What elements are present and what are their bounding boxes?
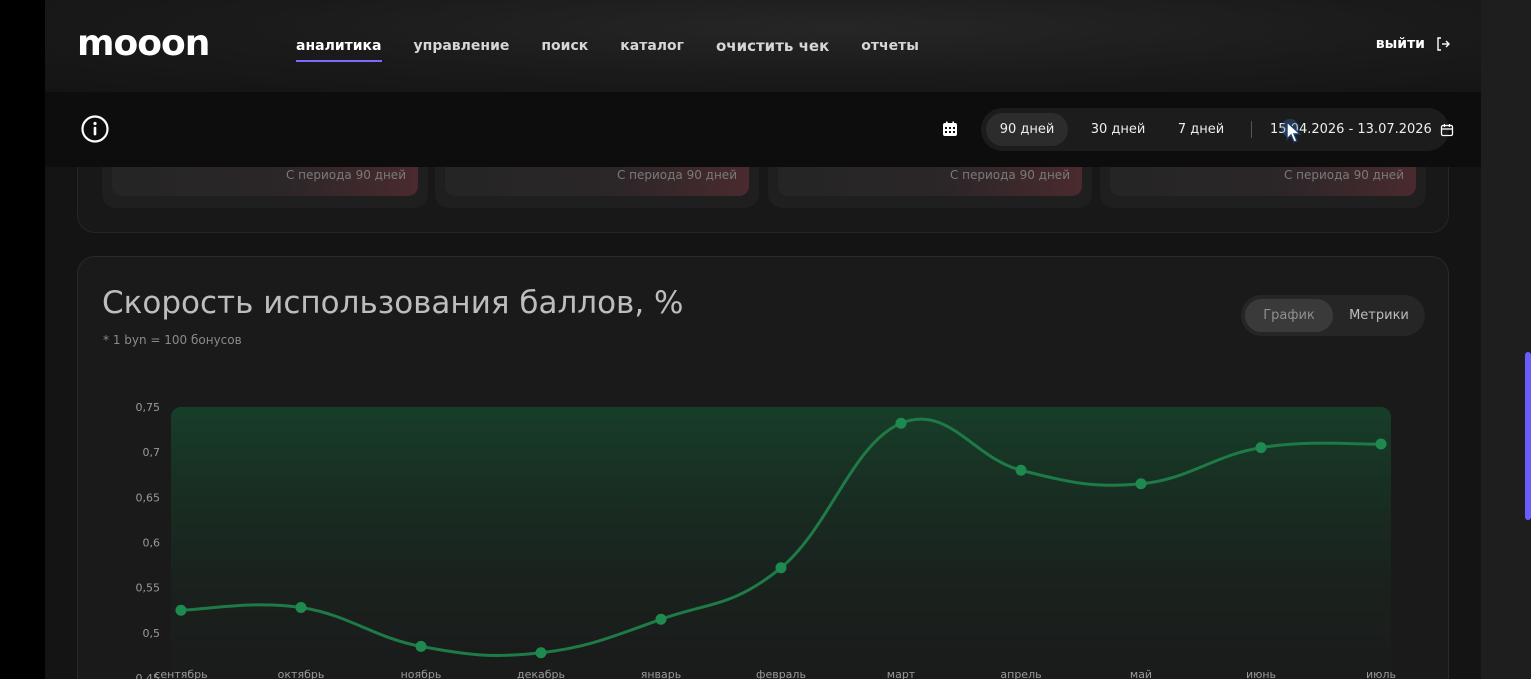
main-nav: аналитика управление поиск каталог очист… [296,36,951,62]
card-period-note: С периода 90 дней [949,168,1070,182]
x-tick-label: март [887,668,916,679]
y-tick-label: 0,7 [143,446,161,459]
mouse-cursor-icon [1281,119,1302,143]
card-period-note: С периода 90 дней [616,168,737,182]
period-divider [1251,121,1252,138]
data-point[interactable] [415,640,427,652]
x-tick-label: сентябрь [154,668,207,679]
y-tick-label: 0,65 [136,491,161,504]
x-tick-label: октябрь [278,668,325,679]
view-toggle: График Метрики [1241,295,1425,336]
y-tick-label: 0,5 [143,627,161,640]
brand-logo[interactable]: mooon [77,24,210,64]
data-point[interactable] [1015,464,1027,476]
data-point[interactable] [1255,442,1267,454]
period-toolbar: 90 дней 30 дней 7 дней 15.04.2026 - 13.0… [45,92,1481,167]
top-header: mooon аналитика управление поиск каталог… [45,0,1481,92]
x-tick-label: ноябрь [401,668,442,679]
nav-item-search[interactable]: поиск [541,36,588,56]
data-point[interactable] [1375,438,1387,450]
data-point[interactable] [775,562,787,574]
y-tick-label: 0,75 [136,401,161,414]
chart-title: Скорость использования баллов, % [102,285,684,321]
info-icon[interactable] [80,114,110,144]
summary-card: С периода 90 дней [768,160,1092,208]
x-tick-label: июнь [1246,668,1276,679]
data-point[interactable] [1135,478,1147,490]
period-90-days-button[interactable]: 90 дней [986,113,1068,146]
data-point[interactable] [295,602,307,614]
period-selector: 90 дней 30 дней 7 дней 15.04.2026 - 13.0… [981,108,1453,151]
y-tick-label: 0,55 [136,582,161,595]
chart-note: * 1 byn = 100 бонусов [103,333,242,347]
scrollbar-thumb[interactable] [1525,352,1531,520]
calendar-grid-icon[interactable] [942,121,958,137]
x-tick-label: январь [641,668,682,679]
data-point[interactable] [895,417,907,429]
period-30-days-button[interactable]: 30 дней [1078,113,1158,146]
nav-item-catalog[interactable]: каталог [620,36,684,56]
x-tick-label: декабрь [517,668,565,679]
summary-card: С периода 90 дней [102,160,428,208]
logout-icon [1437,37,1450,51]
toggle-graph-button[interactable]: График [1245,299,1333,332]
card-period-note: С периода 90 дней [1283,168,1404,182]
data-point[interactable] [175,604,187,616]
x-tick-label: июль [1366,668,1396,679]
logout-label: выйти [1375,36,1425,52]
nav-item-analytics[interactable]: аналитика [296,36,382,62]
y-tick-label: 0,6 [143,537,161,550]
calendar-icon [1440,123,1453,136]
summary-card: С периода 90 дней [1100,160,1426,208]
data-point[interactable] [535,647,547,659]
y-axis: 0,750,70,650,60,550,50,45 [136,401,161,679]
x-tick-label: февраль [756,668,806,679]
nav-item-reports[interactable]: отчеты [861,36,919,56]
x-tick-label: апрель [1000,668,1041,679]
toggle-metrics-button[interactable]: Метрики [1337,299,1421,332]
nav-item-management[interactable]: управление [414,36,510,56]
card-period-note: С периода 90 дней [285,168,406,182]
x-tick-label: май [1130,668,1152,679]
app-window: mooon аналитика управление поиск каталог… [45,0,1481,679]
summary-card: С периода 90 дней [435,160,759,208]
logout-button[interactable]: выйти [1376,36,1451,52]
data-point[interactable] [655,613,667,625]
nav-item-clear-check[interactable]: очистить чек [716,36,829,56]
right-side-panel [1481,0,1531,679]
chart-plot-area [171,407,1391,679]
points-usage-chart-panel: 0,75 0,7 0,65 0,6 0,55 0,5 0,45 сентябрь октябр… [77,256,1449,679]
period-7-days-button[interactable]: 7 дней [1171,113,1231,146]
